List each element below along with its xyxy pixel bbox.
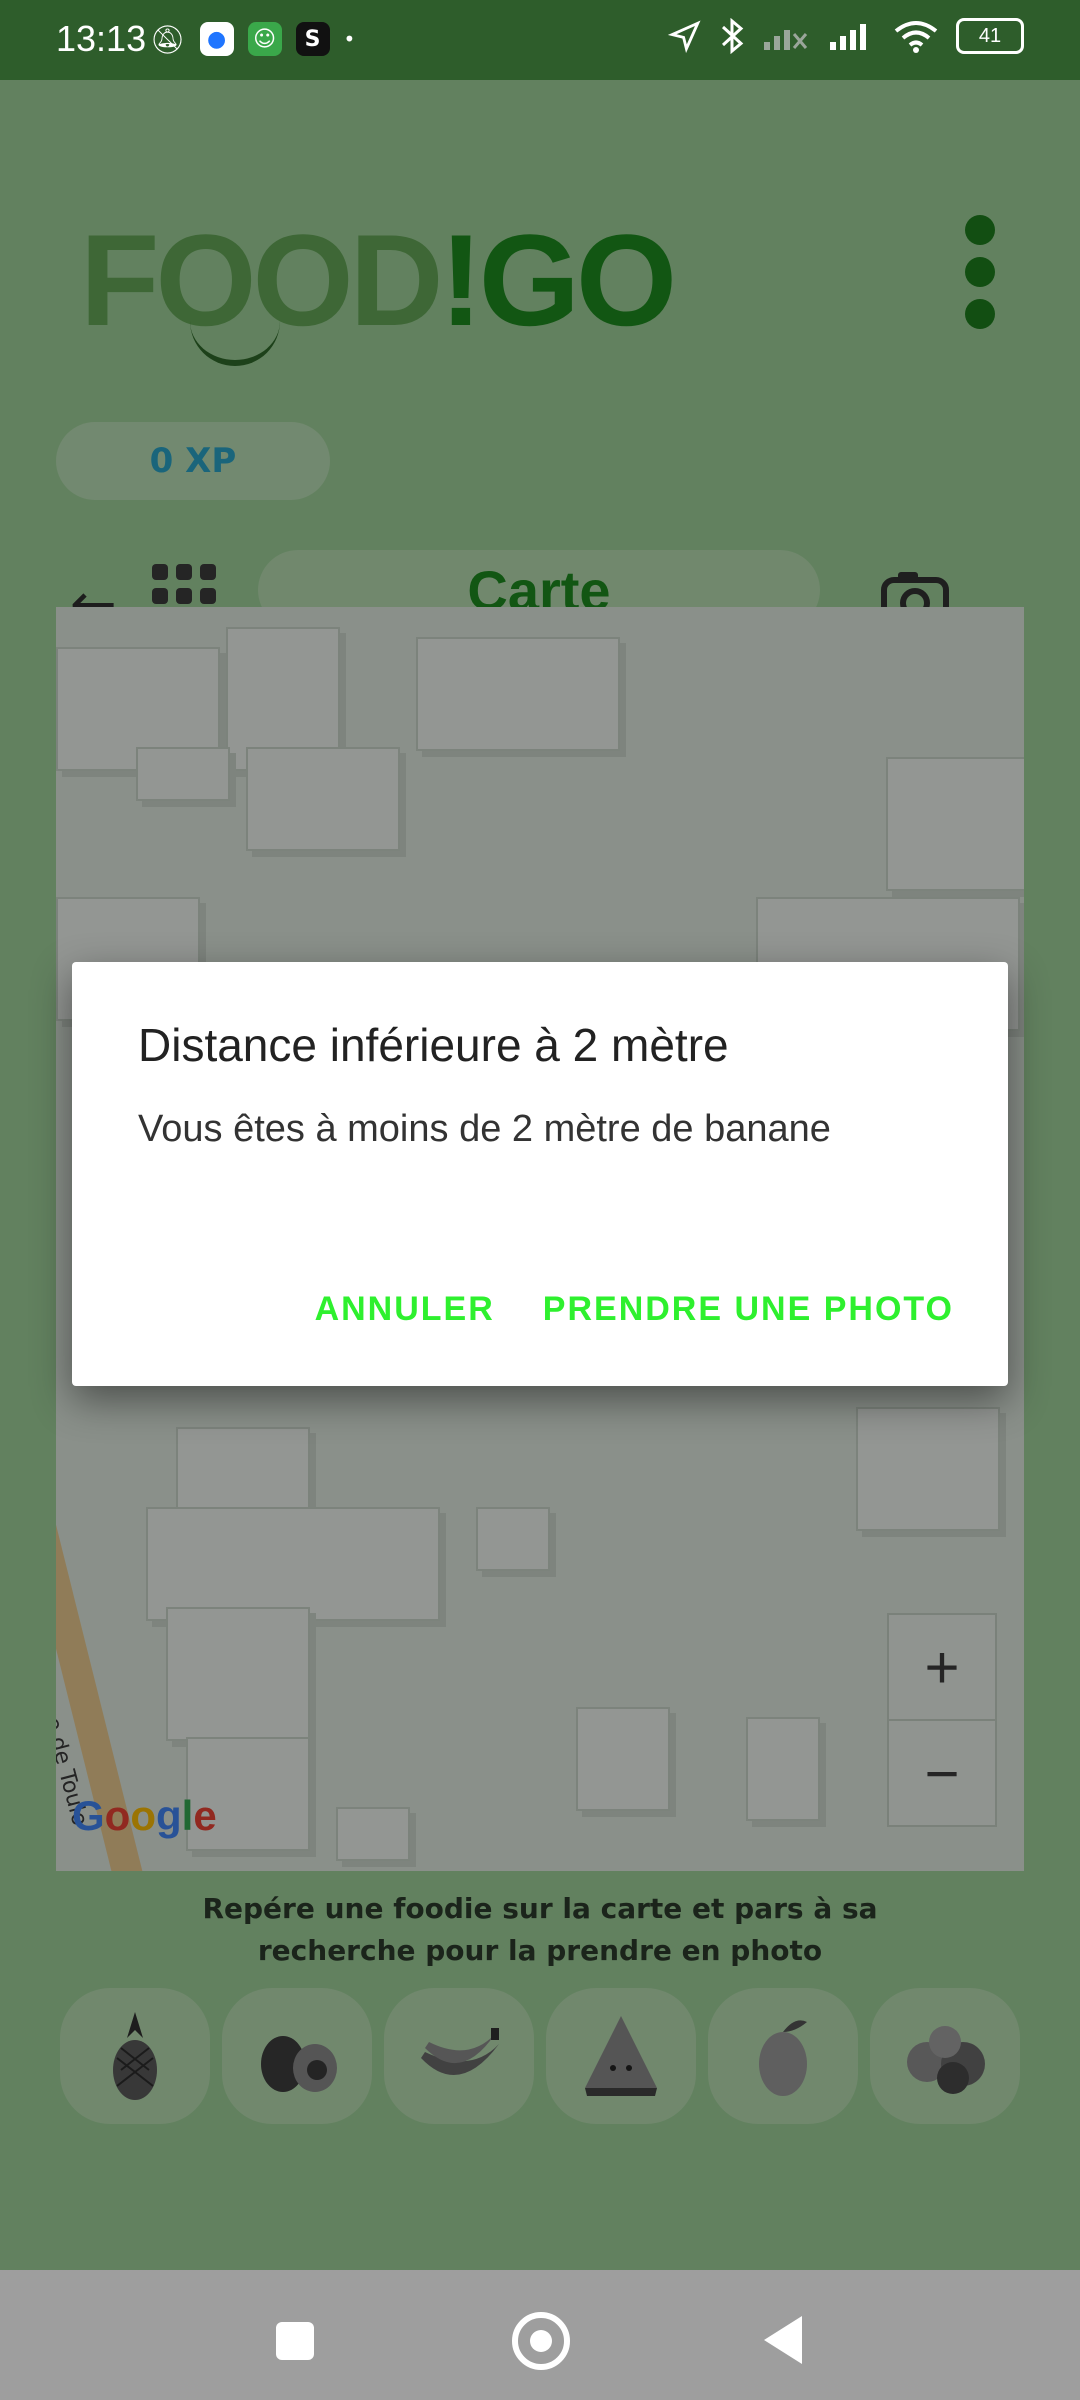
back-triangle-icon[interactable] [764,2316,802,2364]
status-system-icons: 41 [668,18,1024,54]
take-photo-button[interactable]: PRENDRE UNE PHOTO [543,1290,954,1329]
dialog-actions: ANNULER PRENDRE UNE PHOTO [315,1290,954,1329]
distance-dialog: Distance inférieure à 2 mètre Vous êtes … [72,962,1008,1386]
messages-app-icon: ● [199,22,234,56]
home-icon[interactable] [512,2312,570,2370]
more-notifications-icon: • [343,27,356,51]
android-app-icon: ☺ [247,22,282,56]
status-bar: 13:13 🔕︎ ● ☺ S • 41 [0,0,1080,80]
signal-off-icon [764,30,808,50]
cancel-button[interactable]: ANNULER [315,1290,495,1329]
signal-icon [830,24,866,50]
location-icon [668,20,701,53]
bluetooth-icon [721,18,744,54]
mute-icon: 🔕︎ [150,22,186,56]
dialog-title: Distance inférieure à 2 mètre [138,1019,729,1071]
wifi-icon [894,21,938,53]
recent-apps-icon[interactable] [276,2322,314,2360]
status-notification-icons: 🔕︎ ● ☺ S • [150,22,355,56]
shazam-app-icon: S [295,22,330,56]
battery-indicator: 41 [956,18,1024,54]
dialog-message: Vous êtes à moins de 2 mètre de banane [138,1108,831,1150]
status-time: 13:13 [56,18,147,59]
system-navigation-bar [0,2270,1080,2400]
